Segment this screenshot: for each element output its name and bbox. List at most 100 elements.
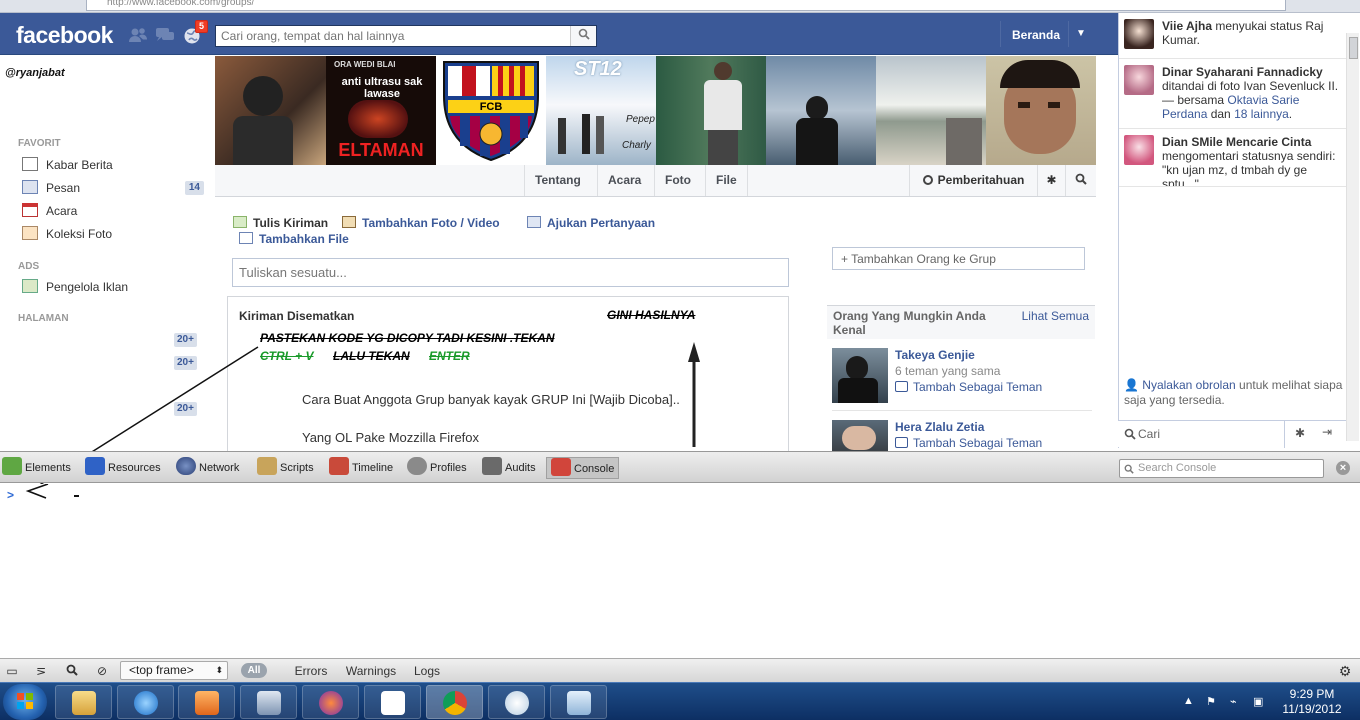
annotation-instruction: PASTEKAN KODE YG DICOPY TADI KESINI .TEK…	[260, 331, 555, 345]
add-friend-icon	[895, 381, 908, 392]
devtools-tab-network[interactable]: Network	[176, 457, 239, 479]
search-icon	[1124, 428, 1136, 440]
ads-header: ADS	[18, 261, 40, 272]
post-textbox[interactable]: Tuliskan sesuatu...	[232, 258, 789, 287]
filter-all[interactable]: All	[241, 663, 267, 678]
chat-settings-gear-icon[interactable]: ✱	[1295, 426, 1305, 440]
show-console-drawer-icon[interactable]: ⋝	[32, 662, 50, 680]
frame-label: <top frame>	[129, 663, 194, 677]
notepad-taskbar-button[interactable]	[550, 685, 607, 719]
smartfren-icon	[381, 691, 405, 715]
scripts-icon	[257, 457, 277, 475]
avatar	[1124, 19, 1154, 49]
suggestion-name[interactable]: Takeya Genjie	[895, 348, 975, 362]
settings-gear-icon[interactable]: ⚙	[1336, 662, 1354, 680]
account-menu-chevron-icon[interactable]: ▼	[1076, 28, 1086, 39]
power-icon[interactable]: ⌁	[1230, 695, 1244, 709]
ads-manager-icon	[22, 279, 38, 293]
notifications-button[interactable]: Pemberitahuan	[909, 165, 1037, 196]
nav-item-ads-manager[interactable]: Pengelola Iklan	[22, 279, 207, 297]
popout-chat-icon[interactable]: ⇥	[1322, 425, 1332, 439]
console-search-input[interactable]: Search Console	[1119, 459, 1324, 478]
scrollbar-thumb[interactable]	[1349, 37, 1358, 59]
post-text-line: Cara Buat Anggota Grup banyak kayak GRUP…	[302, 392, 680, 407]
suggest-title: Orang Yang Mungkin Anda Kenal	[833, 309, 986, 337]
smartfren-taskbar-button[interactable]	[364, 685, 421, 719]
action-center-flag-icon[interactable]: ⚑	[1206, 695, 1220, 709]
app-taskbar-button[interactable]	[240, 685, 297, 719]
member-photo[interactable]	[986, 56, 1096, 165]
filter-logs[interactable]: Logs	[412, 662, 442, 680]
pinned-post-title: Kiriman Disematkan	[239, 309, 355, 323]
console-area[interactable]: >	[0, 484, 1360, 658]
see-all-link[interactable]: Lihat Semua	[1022, 309, 1089, 323]
timeline-icon	[329, 457, 349, 475]
tab-label: Resources	[108, 462, 161, 474]
annotation-enter: ENTER	[429, 349, 470, 363]
filter-warnings[interactable]: Warnings	[344, 662, 398, 680]
tab-label: Profiles	[430, 462, 467, 474]
devtools-status-bar: ▭ ⋝ ⊘ <top frame> ⬍ All Errors Warnings L…	[0, 658, 1360, 682]
devtools-tab-elements[interactable]: Elements	[2, 457, 71, 479]
tab-label: Audits	[505, 462, 536, 474]
suggestion-name[interactable]: Hera Zlalu Zetia	[895, 420, 984, 434]
add-friend-button[interactable]: Tambah Sebagai Teman	[895, 436, 1042, 450]
ticker-story[interactable]: Dinar Syaharani Fannadicky ditandai di f…	[1119, 59, 1348, 129]
devtools-tab-resources[interactable]: Resources	[85, 457, 161, 479]
devtools-tab-scripts[interactable]: Scripts	[257, 457, 314, 479]
clock-time: 9:29 PM	[1289, 687, 1335, 701]
windows-taskbar: ▲ ⚑ ⌁ ▣ 9:29 PM 11/19/2012	[0, 682, 1360, 720]
search-icon[interactable]	[64, 662, 80, 680]
member-photo[interactable]	[876, 56, 986, 165]
folder-icon	[72, 691, 96, 715]
filter-errors[interactable]: Errors	[293, 662, 329, 680]
tab-label: Timeline	[352, 462, 394, 474]
add-friend-button[interactable]: Tambah Sebagai Teman	[895, 380, 1042, 394]
tab-label: Scripts	[280, 462, 314, 474]
post-text-line: Yang OL Pake Mozzilla Firefox	[302, 430, 480, 445]
avatar	[1124, 135, 1154, 165]
home-link[interactable]: Beranda	[1012, 28, 1060, 42]
app-taskbar-button[interactable]	[302, 685, 359, 719]
console-icon	[551, 458, 571, 476]
start-button-icon[interactable]	[3, 684, 47, 720]
settings-gear-icon[interactable]: ✱	[1037, 165, 1065, 196]
notifications-label: Pemberitahuan	[937, 173, 1025, 187]
devtools-tab-profiles[interactable]: Profiles	[407, 457, 467, 479]
dock-icon[interactable]: ▭	[4, 662, 20, 680]
devtools-tab-audits[interactable]: Audits	[482, 457, 536, 479]
tab-label: Network	[199, 462, 240, 474]
chat-search-input[interactable]: Cari	[1138, 427, 1160, 441]
show-hidden-icons-icon[interactable]: ▲	[1183, 695, 1197, 709]
resources-icon	[85, 457, 105, 475]
ticker-story[interactable]: Viie Ajha menyukai status Raj Kumar.	[1119, 13, 1348, 59]
system-clock[interactable]: 9:29 PM 11/19/2012	[1272, 687, 1352, 717]
devtools-tab-timeline[interactable]: Timeline	[329, 457, 393, 479]
page-count-badge: 20+	[174, 356, 197, 370]
ticker-scrollbar[interactable]	[1346, 33, 1359, 441]
annotation-arrows	[29, 342, 700, 492]
ticker-text: Dian SMile Mencarie Cinta mengomentari s…	[1162, 135, 1336, 187]
group-search-button[interactable]	[1065, 165, 1095, 196]
devtools-tab-console[interactable]: Console	[546, 457, 620, 479]
media-player-taskbar-button[interactable]	[178, 685, 235, 719]
ie-taskbar-button[interactable]	[117, 685, 174, 719]
chrome-taskbar-button[interactable]	[426, 685, 483, 719]
enable-chat-link[interactable]: Nyalakan obrolan	[1142, 378, 1235, 392]
tab-label: Elements	[25, 462, 71, 474]
network-icon[interactable]: ▣	[1253, 695, 1267, 709]
mutual-friends[interactable]: 6 teman yang sama	[895, 364, 1000, 378]
search-icon	[1124, 464, 1134, 474]
avatar[interactable]	[832, 348, 888, 403]
explorer-taskbar-button[interactable]	[55, 685, 112, 719]
clear-console-icon[interactable]: ⊘	[94, 662, 110, 680]
close-icon[interactable]: ×	[1336, 461, 1350, 475]
chat-search-bar: Cari ✱ ⇥	[1118, 420, 1346, 448]
people-you-may-know-header: Orang Yang Mungkin Anda Kenal Lihat Semu…	[827, 305, 1095, 339]
ticker-story[interactable]: Dian SMile Mencarie Cinta mengomentari s…	[1119, 129, 1348, 187]
elements-icon	[2, 457, 22, 475]
paint-taskbar-button[interactable]	[488, 685, 545, 719]
frame-selector[interactable]: <top frame> ⬍	[120, 661, 228, 680]
paint-icon	[505, 691, 529, 715]
annotation-arrow-head	[25, 484, 79, 499]
